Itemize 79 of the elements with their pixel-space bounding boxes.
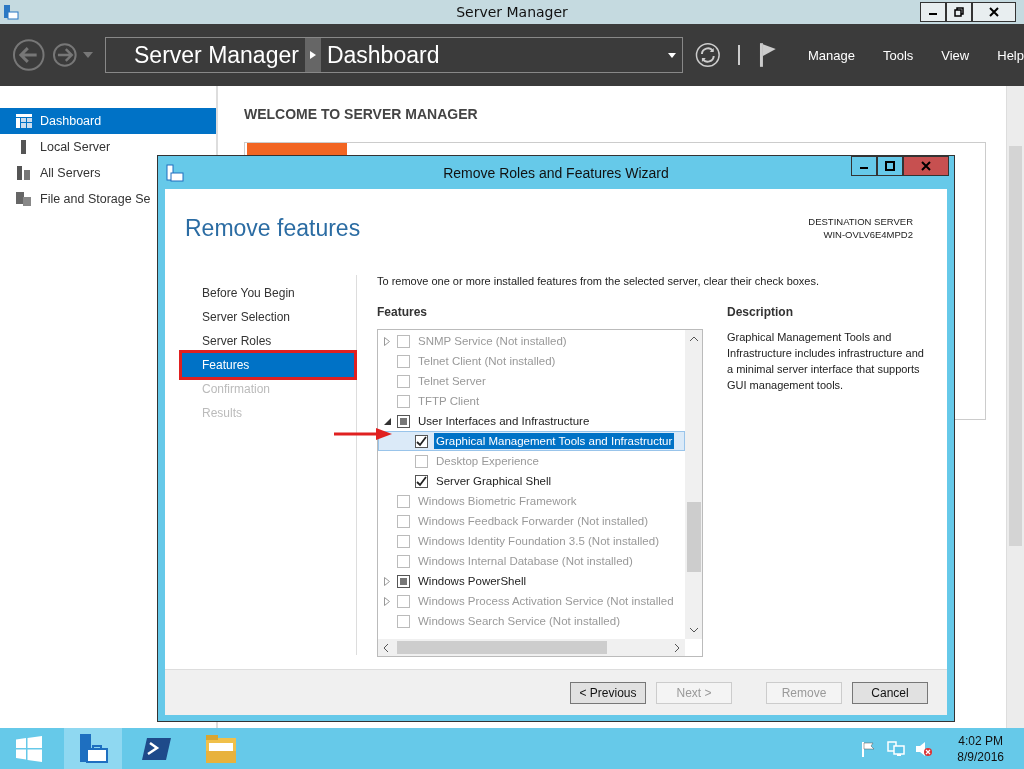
wizard-step[interactable]: Before You Begin <box>184 281 354 305</box>
servers-icon <box>16 166 32 180</box>
sidebar-item[interactable]: Local Server <box>0 134 111 160</box>
dropdown-caret-icon[interactable] <box>83 52 93 58</box>
close-icon <box>989 7 999 17</box>
maximize-button[interactable] <box>877 156 903 176</box>
server-manager-icon <box>3 4 19 20</box>
feature-label[interactable]: Windows PowerShell <box>416 573 528 589</box>
back-icon[interactable] <box>12 38 46 72</box>
menu-item[interactable]: Help <box>997 47 1024 63</box>
clock-time: 4:02 PM <box>958 732 1003 749</box>
restore-button[interactable] <box>946 2 972 22</box>
sidebar-item[interactable]: File and Storage Se <box>0 186 151 212</box>
minimize-button[interactable] <box>920 2 946 22</box>
forward-icon[interactable] <box>51 42 78 68</box>
collapsed-arrow-icon[interactable] <box>384 576 390 586</box>
speaker-muted-icon[interactable] <box>915 740 934 757</box>
feature-label[interactable]: User Interfaces and Infrastructure <box>416 413 592 429</box>
expanded-arrow-icon[interactable] <box>383 417 391 425</box>
divider <box>738 45 741 65</box>
taskbar-app-button[interactable] <box>64 728 122 769</box>
scroll-left-icon[interactable] <box>382 642 389 653</box>
breadcrumb-item[interactable]: Server Manager <box>134 41 299 69</box>
scrollbar-thumb[interactable] <box>686 502 701 572</box>
close-button[interactable] <box>972 2 1016 22</box>
scrollbar-thumb[interactable] <box>397 641 607 654</box>
breadcrumb-separator-icon <box>304 38 321 72</box>
checkbox[interactable] <box>397 414 410 428</box>
wizard-step[interactable]: Features <box>182 353 354 377</box>
terminal-icon <box>142 735 172 762</box>
clock-date: 8/9/2016 <box>957 748 1004 765</box>
scroll-down-icon[interactable] <box>688 627 699 634</box>
checkbox[interactable] <box>415 474 428 488</box>
features-label: Features <box>377 305 429 319</box>
wizard-button[interactable]: < Previous <box>570 681 646 704</box>
menu-item[interactable]: View <box>941 47 970 63</box>
scrollbar-thumb[interactable] <box>1009 146 1022 546</box>
scroll-right-icon[interactable] <box>674 642 681 653</box>
wizard-step[interactable]: Server Roles <box>184 329 354 353</box>
wizard-step[interactable]: Server Selection <box>184 305 354 329</box>
section-heading: WELCOME TO SERVER MANAGER <box>244 106 479 122</box>
address-bar[interactable]: Server Manager Dashboard <box>105 37 683 73</box>
annotation-arrow <box>334 428 392 440</box>
vertical-scrollbar[interactable] <box>685 330 702 639</box>
window-title: Server Manager <box>456 4 568 20</box>
sidebar-item[interactable]: Dashboard <box>0 108 216 134</box>
destination-server: WIN-OVLV6E4MPD2 <box>823 228 913 241</box>
dashboard-icon <box>16 114 32 128</box>
destination-label: DESTINATION SERVER <box>808 215 913 228</box>
caret-icon <box>667 52 676 58</box>
network-icon[interactable] <box>887 740 906 757</box>
server-toolbox-icon <box>166 163 184 182</box>
flag-icon[interactable] <box>758 42 778 68</box>
horizontal-scrollbar[interactable] <box>378 639 685 656</box>
description-label: Description <box>727 305 794 319</box>
refresh-icon[interactable] <box>694 42 721 68</box>
folder-icon <box>205 733 237 764</box>
breadcrumb-item[interactable]: Dashboard <box>326 41 440 69</box>
window-title: Remove Roles and Features Wizard <box>443 164 669 181</box>
minimize-button[interactable] <box>851 156 877 176</box>
server-toolbox-icon <box>77 732 109 765</box>
wizard-button[interactable]: Cancel <box>852 681 928 704</box>
sidebar-item[interactable]: All Servers <box>0 160 101 186</box>
windows-logo-icon <box>16 735 42 762</box>
maximize-icon <box>885 161 895 171</box>
menu-item[interactable]: Manage <box>807 47 855 63</box>
feature-label[interactable]: Server Graphical Shell <box>434 473 554 489</box>
checkbox[interactable] <box>415 434 428 448</box>
restore-icon <box>954 7 964 17</box>
menu-item[interactable]: Tools <box>882 47 914 63</box>
scroll-up-icon[interactable] <box>688 335 699 342</box>
storage-icon <box>16 192 32 206</box>
description-text: Graphical Management Tools and Infrastructure includes infrastructure and a minimal server interface that supports GUI management tools. <box>727 330 925 393</box>
feature-label[interactable]: Graphical Management Tools and Infrastructur <box>434 433 675 449</box>
scrollbar[interactable] <box>1006 86 1024 728</box>
checkbox[interactable] <box>397 574 410 588</box>
instruction-text: To remove one or more installed features from the selected server, clear their check boxes. <box>377 275 821 287</box>
close-icon <box>921 161 931 171</box>
page-heading: Remove features <box>185 215 361 243</box>
